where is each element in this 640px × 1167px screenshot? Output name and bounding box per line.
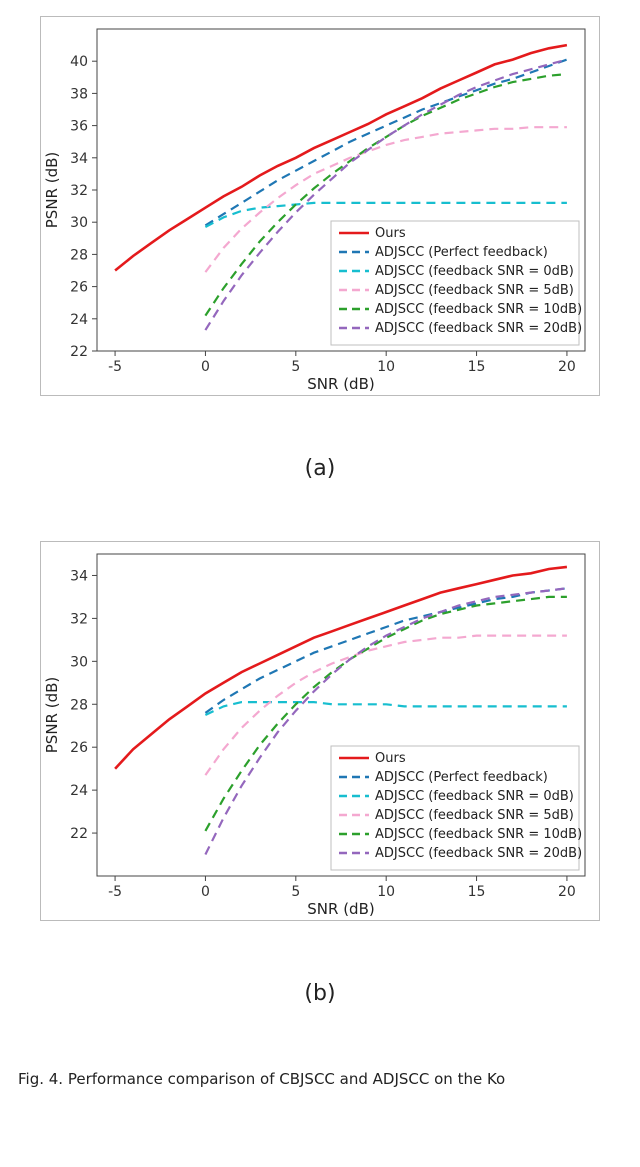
- y-tick-label: 24: [70, 783, 88, 799]
- y-tick-label: 24: [70, 312, 88, 328]
- y-tick-label: 22: [70, 344, 88, 360]
- y-tick-label: 34: [70, 568, 88, 584]
- legend-label: ADJSCC (feedback SNR = 5dB): [375, 283, 574, 298]
- y-tick-label: 36: [70, 119, 88, 135]
- chart-b-svg: -5 0 5 10 15 20 22 24 26 28 30 32 34 SNR (dB) PSNR (dB…: [41, 542, 599, 920]
- legend-label: ADJSCC (feedback SNR = 5dB): [375, 808, 574, 823]
- y-tick-label: 40: [70, 54, 88, 70]
- y-tick-label: 34: [70, 151, 88, 167]
- legend-label: Ours: [375, 751, 406, 766]
- legend-label: ADJSCC (feedback SNR = 10dB): [375, 827, 582, 842]
- subfigure-b-label: (b): [18, 981, 622, 1006]
- legend-label: ADJSCC (feedback SNR = 20dB): [375, 846, 582, 861]
- y-tick-label: 22: [70, 826, 88, 842]
- y-tick-label: 30: [70, 654, 88, 670]
- y-tick-label: 38: [70, 86, 88, 102]
- x-tick-label: 20: [558, 884, 576, 900]
- subfigure-a-label: (a): [18, 456, 622, 481]
- x-tick-label: 10: [377, 884, 395, 900]
- x-tick-label: 15: [468, 359, 486, 375]
- series-line: [205, 588, 567, 713]
- y-tick-label: 28: [70, 247, 88, 263]
- legend-label: Ours: [375, 226, 406, 241]
- y-tick-label: 26: [70, 280, 88, 296]
- legend-label: ADJSCC (feedback SNR = 20dB): [375, 321, 582, 336]
- y-tick-label: 28: [70, 697, 88, 713]
- legend-label: ADJSCC (feedback SNR = 10dB): [375, 302, 582, 317]
- chart-b: -5 0 5 10 15 20 22 24 26 28 30 32 34 SNR (dB) PSNR (dB…: [40, 541, 600, 921]
- y-tick-label: 32: [70, 611, 88, 627]
- page-root: -5 0 5 10 15 20 22 24 26 28 30 32 34 36 38 40 SNR (dB) PS…: [0, 0, 640, 1167]
- subfigure-b: -5 0 5 10 15 20 22 24 26 28 30 32 34 SNR (dB) PSNR (dB…: [18, 541, 622, 1006]
- x-tick-label: 15: [468, 884, 486, 900]
- x-tick-label: 5: [291, 359, 300, 375]
- x-tick-label: 0: [201, 359, 210, 375]
- x-tick-label: 5: [291, 884, 300, 900]
- y-tick-label: 30: [70, 215, 88, 231]
- x-axis-label: SNR (dB): [307, 900, 374, 918]
- y-tick-label: 26: [70, 740, 88, 756]
- figure-caption: Fig. 4. Performance comparison of CBJSCC…: [18, 1066, 622, 1088]
- chart-a-svg: -5 0 5 10 15 20 22 24 26 28 30 32 34 36 38 40 SNR (dB) PS…: [41, 17, 599, 395]
- x-tick-label: 10: [377, 359, 395, 375]
- y-axis-label: PSNR (dB): [43, 677, 61, 754]
- x-tick-label: 20: [558, 359, 576, 375]
- legend-label: ADJSCC (feedback SNR = 0dB): [375, 264, 574, 279]
- x-tick-label: -5: [108, 884, 122, 900]
- x-tick-label: -5: [108, 359, 122, 375]
- x-tick-label: 0: [201, 884, 210, 900]
- legend-label: ADJSCC (Perfect feedback): [375, 245, 548, 260]
- series-line: [205, 60, 567, 226]
- subfigure-a: -5 0 5 10 15 20 22 24 26 28 30 32 34 36 38 40 SNR (dB) PS…: [18, 16, 622, 481]
- x-axis-label: SNR (dB): [307, 375, 374, 393]
- y-tick-label: 32: [70, 183, 88, 199]
- y-axis-label: PSNR (dB): [43, 152, 61, 229]
- legend-label: ADJSCC (feedback SNR = 0dB): [375, 789, 574, 804]
- chart-a: -5 0 5 10 15 20 22 24 26 28 30 32 34 36 38 40 SNR (dB) PS…: [40, 16, 600, 396]
- legend-label: ADJSCC (Perfect feedback): [375, 770, 548, 785]
- series-line: [205, 702, 567, 715]
